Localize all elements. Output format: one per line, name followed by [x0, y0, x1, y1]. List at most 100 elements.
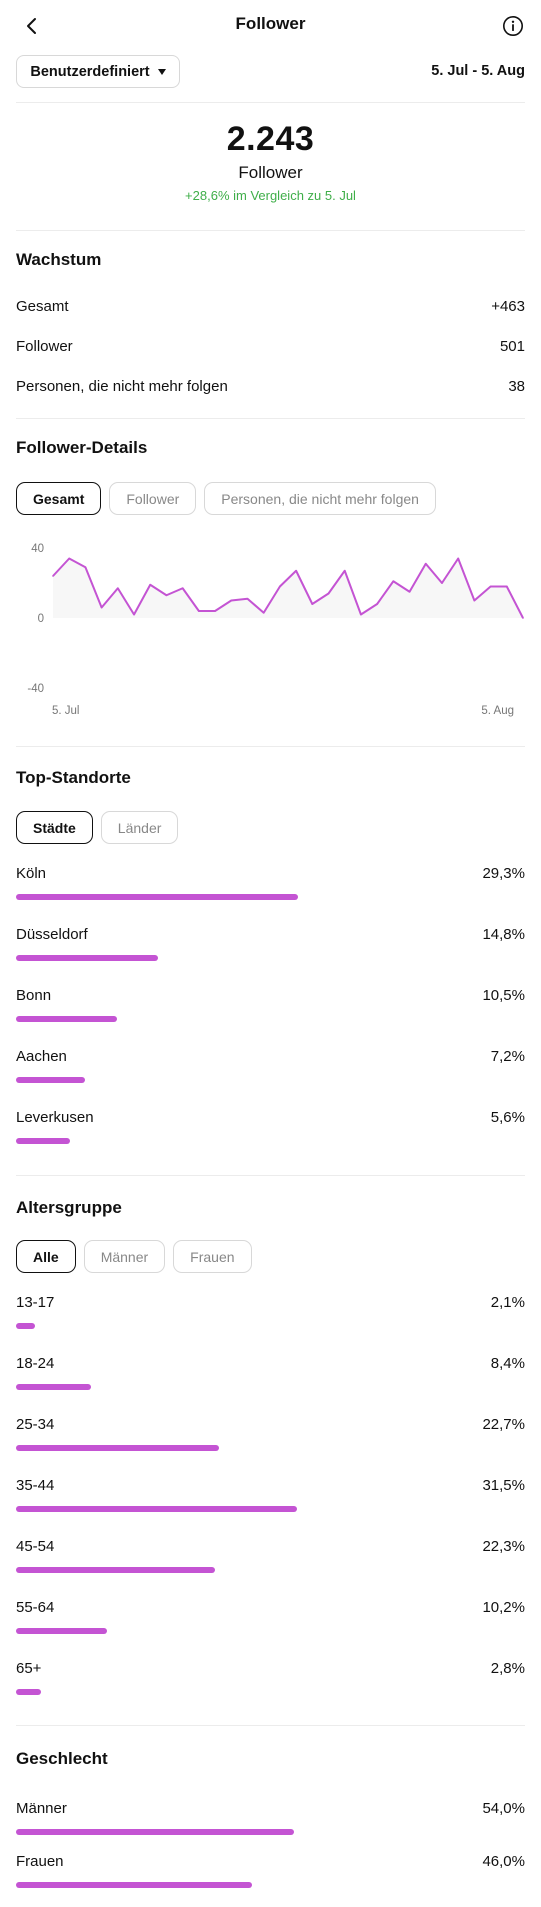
data-point: [68, 557, 71, 560]
locations-bar-track: [16, 1138, 525, 1144]
follower-change: +28,6% im Vergleich zu 5. Jul: [185, 188, 356, 203]
data-point: [473, 599, 476, 602]
age-bar: [16, 1628, 108, 1634]
tab-total[interactable]: Gesamt: [16, 482, 102, 515]
data-point: [214, 610, 216, 612]
locations-row-value: 5,6%: [490, 1109, 525, 1126]
data-point: [117, 587, 119, 590]
data-point: [295, 569, 297, 572]
age-bar-track: [16, 1567, 525, 1573]
age-bar-track: [16, 1384, 525, 1390]
age-bar: [16, 1506, 298, 1512]
age-row: 18-24 8,4%: [16, 1355, 525, 1395]
data-point: [246, 597, 249, 600]
age-bar: [16, 1323, 35, 1329]
locations-row-value: 10,5%: [482, 987, 525, 1004]
locations-row: Leverkusen 5,6%: [16, 1109, 525, 1149]
age-row-label: 25-34: [16, 1416, 55, 1433]
locations-row-label: Aachen: [16, 1048, 67, 1065]
gender-title: Geschlecht: [16, 1749, 108, 1768]
locations-row-label: Düsseldorf: [16, 926, 88, 943]
locations-bar-track: [16, 955, 525, 961]
gender-bar-track: [16, 1882, 525, 1888]
data-point: [165, 594, 168, 597]
divider: [16, 1175, 525, 1176]
gender-row: Frauen 46,0%: [16, 1853, 525, 1893]
details-title: Follower-Details: [16, 438, 148, 457]
data-point: [457, 557, 459, 560]
age-bar-track: [16, 1689, 525, 1695]
age-row-value: 22,7%: [482, 1416, 525, 1433]
top-bar: Follower: [0, 0, 541, 52]
data-point: [279, 585, 281, 588]
gender-row-label: Männer: [16, 1800, 67, 1817]
data-point: [262, 611, 265, 614]
growth-row-value: +463: [491, 298, 525, 315]
y-tick-label: -40: [27, 683, 44, 695]
growth-row-label: Follower: [16, 338, 73, 355]
growth-row-followers: Follower 501: [16, 338, 525, 355]
caret-down-icon: [157, 68, 166, 75]
y-tick-label: 0: [38, 613, 44, 625]
data-point: [522, 617, 524, 619]
data-point: [343, 569, 346, 572]
data-point: [100, 606, 103, 609]
locations-title: Top-Standorte: [16, 768, 131, 787]
growth-row-total: Gesamt +463: [16, 298, 525, 315]
locations-row-label: Leverkusen: [16, 1109, 94, 1126]
age-bar: [16, 1445, 219, 1451]
age-bar-track: [16, 1506, 525, 1512]
gender-row-value: 46,0%: [482, 1853, 525, 1870]
gender-bar-track: [16, 1829, 525, 1835]
locations-bar-track: [16, 894, 525, 900]
age-row: 13-17 2,1%: [16, 1294, 525, 1334]
locations-row-value: 29,3%: [482, 865, 525, 882]
gender-bar: [16, 1829, 294, 1835]
age-row-label: 18-24: [16, 1355, 55, 1372]
locations-bar-track: [16, 1077, 525, 1083]
age-row-label: 13-17: [16, 1294, 55, 1311]
data-point: [489, 585, 492, 588]
locations-row-label: Köln: [16, 865, 47, 882]
data-point: [441, 582, 443, 584]
locations-bar: [16, 1138, 70, 1144]
data-point: [181, 587, 184, 590]
date-range-dropdown[interactable]: Benutzerdefiniert: [16, 55, 180, 88]
age-bar-track: [16, 1628, 525, 1634]
growth-title: Wachstum: [16, 250, 102, 269]
locations-row-label: Bonn: [16, 987, 52, 1004]
follower-line-chart: 40 0 -40 5. Jul 5. Aug: [27, 543, 524, 717]
age-row-value: 10,2%: [482, 1599, 525, 1616]
data-point: [198, 610, 200, 612]
locations-row: Düsseldorf 14,8%: [16, 926, 525, 966]
info-icon[interactable]: [499, 12, 527, 40]
data-point: [230, 599, 233, 602]
tab-followers[interactable]: Follower: [109, 482, 197, 515]
data-point: [311, 603, 314, 605]
tab-cities[interactable]: Städte: [16, 811, 93, 844]
age-row-label: 55-64: [16, 1599, 55, 1616]
date-range-dropdown-label: Benutzerdefiniert: [30, 63, 150, 80]
tab-countries[interactable]: Länder: [100, 811, 179, 844]
age-row: 25-34 22,7%: [16, 1416, 525, 1456]
date-range-text: 5. Jul - 5. Aug: [431, 63, 525, 79]
age-bar: [16, 1689, 41, 1695]
tab-men[interactable]: Männer: [83, 1240, 166, 1273]
follower-count: 2.243: [226, 120, 315, 158]
locations-tabs: Städte Länder: [16, 811, 179, 844]
age-row-value: 22,3%: [482, 1538, 525, 1555]
age-row: 55-64 10,2%: [16, 1599, 525, 1639]
tab-all[interactable]: Alle: [16, 1240, 76, 1273]
growth-row-value: 38: [508, 378, 525, 395]
data-point: [408, 590, 411, 593]
locations-row: Aachen 7,2%: [16, 1048, 525, 1088]
divider: [16, 746, 525, 747]
growth-row-value: 501: [499, 338, 525, 355]
follower-count-label: Follower: [238, 163, 303, 182]
tab-women[interactable]: Frauen: [173, 1240, 252, 1273]
tab-unfollows[interactable]: Personen, die nicht mehr folgen: [204, 482, 436, 515]
locations-bar-track: [16, 1016, 525, 1022]
age-bar: [16, 1567, 216, 1573]
age-row: 65+ 2,8%: [16, 1660, 525, 1700]
divider: [16, 230, 525, 231]
